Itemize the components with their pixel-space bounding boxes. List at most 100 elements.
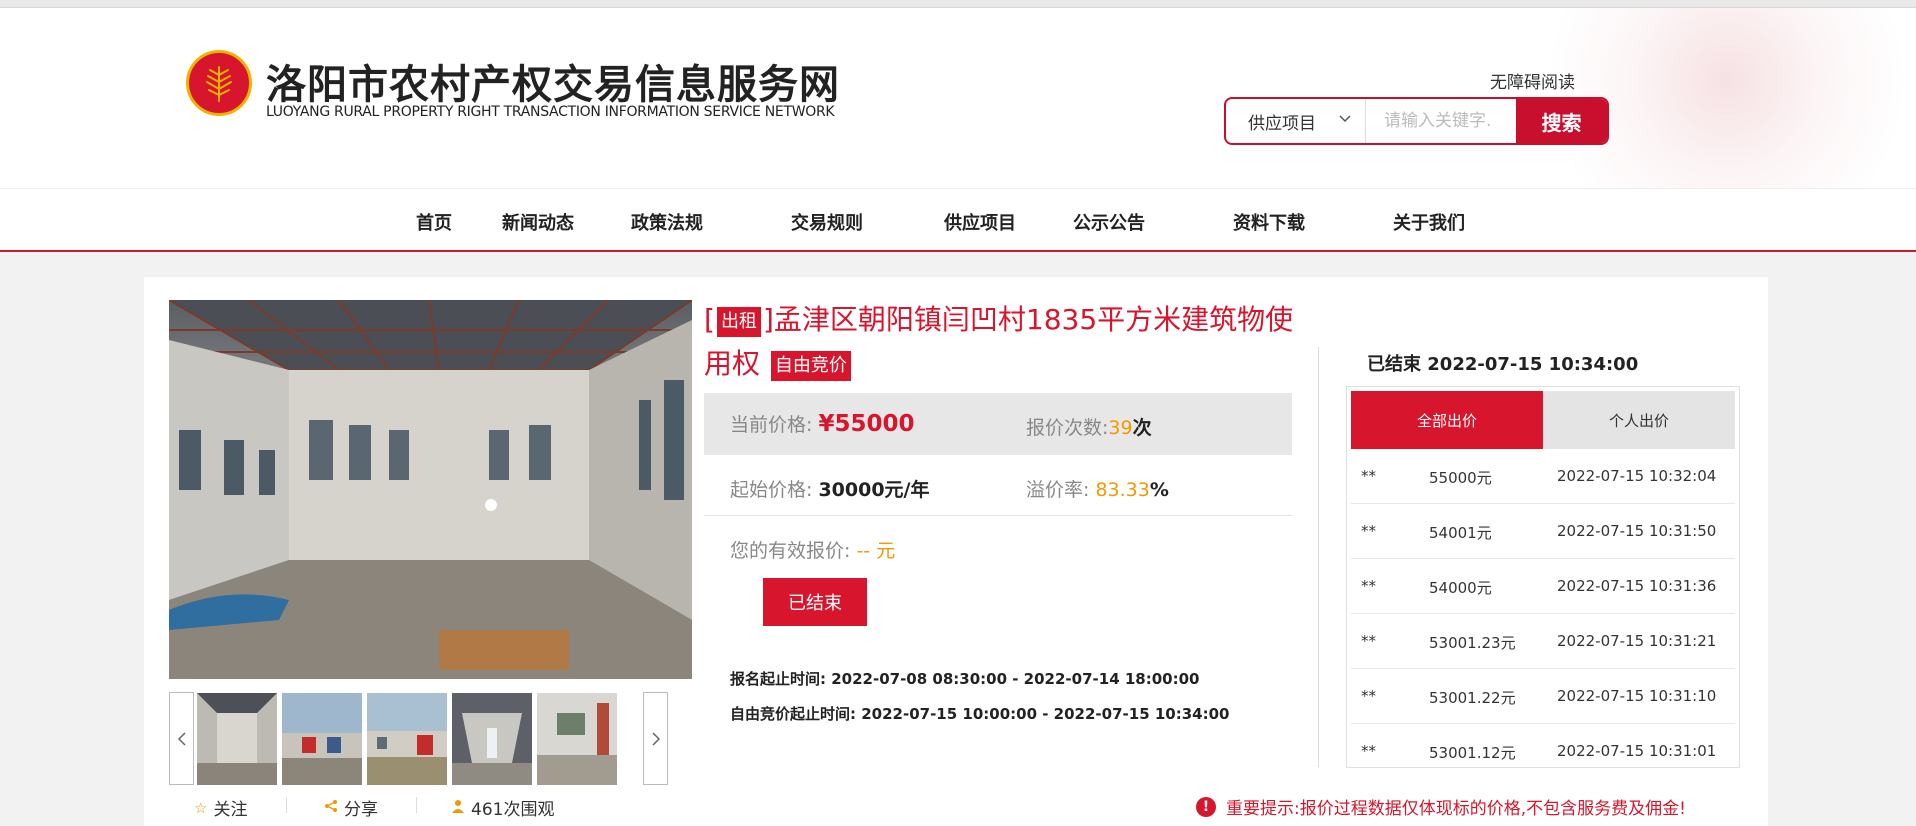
- bid-count: 报价次数:39次: [1026, 413, 1152, 440]
- bid-time: 2022-07-15 10:32:04: [1557, 467, 1717, 485]
- tab-all-bids[interactable]: 全部出价: [1351, 391, 1543, 449]
- gallery-thumb-3[interactable]: [367, 693, 447, 785]
- site-subtitle: LUOYANG RURAL PROPERTY RIGHT TRANSACTION…: [266, 104, 835, 120]
- bid-user: **: [1361, 632, 1376, 650]
- chevron-down-icon: [1338, 110, 1352, 129]
- listing-mode-tag: 自由竞价: [770, 351, 851, 381]
- bid-time: 2022-07-15 10:31:50: [1557, 522, 1717, 540]
- listing-type-tag: 出租: [716, 307, 761, 337]
- nav-rules[interactable]: 交易规则: [791, 209, 863, 235]
- gallery-thumb-4[interactable]: [452, 693, 532, 785]
- your-bid-label: 您的有效报价:: [730, 540, 851, 562]
- signup-time: 报名起止时间: 2022-07-08 08:30:00 - 2022-07-14…: [730, 670, 1200, 688]
- nav-home[interactable]: 首页: [416, 209, 452, 235]
- listing-main-photo[interactable]: [169, 300, 692, 679]
- divider: [704, 515, 1292, 516]
- warehouse-photo: [169, 300, 692, 679]
- view-count: 461次围观: [451, 795, 554, 820]
- bidding-time: 自由竞价起止时间: 2022-07-15 10:00:00 - 2022-07-…: [730, 705, 1230, 723]
- bid-row: ** 55000元 2022-07-15 10:32:04: [1351, 449, 1735, 504]
- premium-label: 溢价率:: [1026, 479, 1090, 501]
- gallery-thumb-1[interactable]: [197, 693, 277, 785]
- share-button[interactable]: 分享: [324, 795, 378, 820]
- nav-news[interactable]: 新闻动态: [502, 209, 574, 235]
- nav-announcements[interactable]: 公示公告: [1073, 209, 1145, 235]
- start-price: 起始价格: 30000元/年: [730, 475, 930, 502]
- listing-title: [出租]孟津区朝阳镇闫凹村1835平方米建筑物使用权 自由竞价: [704, 298, 1294, 386]
- current-price-label: 当前价格:: [730, 414, 813, 436]
- wheat-icon: [206, 66, 232, 102]
- your-bid: 您的有效报价: -- 元: [730, 536, 895, 563]
- top-strip: [0, 0, 1916, 8]
- bid-row: ** 53001.23元 2022-07-15 10:31:21: [1351, 614, 1735, 669]
- bid-user: **: [1361, 467, 1376, 485]
- premium-value: 83.33: [1095, 479, 1150, 501]
- current-price: 当前价格: ¥55000: [730, 410, 914, 437]
- tab-my-bids[interactable]: 个人出价: [1543, 391, 1735, 449]
- gallery-next-button[interactable]: [643, 692, 668, 785]
- notice-text: 重要提示:报价过程数据仅体现标的价格,不包含服务费及佣金!: [1226, 799, 1686, 819]
- follow-button[interactable]: ☆ 关注: [194, 795, 248, 821]
- bid-time: 2022-07-15 10:31:21: [1557, 632, 1717, 650]
- gallery-thumb-2[interactable]: [282, 693, 362, 785]
- chevron-right-icon: [651, 731, 660, 746]
- bid-amount: 54001元: [1429, 524, 1492, 542]
- view-count-label: 461次围观: [471, 800, 555, 820]
- search-category-value: 供应项目: [1248, 113, 1316, 134]
- share-label: 分享: [344, 800, 378, 820]
- nav-supply[interactable]: 供应项目: [944, 209, 1016, 235]
- bid-count-unit: 次: [1132, 417, 1152, 439]
- bid-amount: 54000元: [1429, 579, 1492, 597]
- your-bid-value: -- 元: [856, 540, 896, 562]
- bid-row: ** 54000元 2022-07-15 10:31:36: [1351, 559, 1735, 614]
- bid-status: 已结束 2022-07-15 10:34:00: [1367, 354, 1639, 375]
- site-header: 洛阳市农村产权交易信息服务网 LUOYANG RURAL PROPERTY RI…: [0, 8, 1916, 188]
- accessibility-link[interactable]: 无障碍阅读: [1490, 68, 1575, 93]
- search-box: 供应项目 搜索: [1224, 97, 1609, 145]
- bid-user: **: [1361, 742, 1376, 760]
- divider: [1318, 347, 1319, 767]
- warning-icon: !: [1196, 796, 1216, 817]
- bid-amount: 53001.12元: [1429, 744, 1516, 762]
- follow-label: 关注: [213, 800, 248, 820]
- gallery-prev-button[interactable]: [169, 692, 194, 785]
- main-nav: 首页 新闻动态 政策法规 交易规则 供应项目 公示公告 资料下载 关于我们: [0, 188, 1916, 252]
- divider: [416, 797, 417, 813]
- user-icon: [451, 799, 465, 817]
- bid-tabs: 全部出价 个人出价: [1351, 391, 1735, 449]
- star-icon: ☆: [194, 798, 208, 817]
- site-title: 洛阳市农村产权交易信息服务网: [266, 62, 840, 108]
- bid-row: ** 53001.12元 2022-07-15 10:31:01: [1351, 724, 1735, 767]
- search-input[interactable]: [1366, 99, 1516, 143]
- bid-history-panel: 全部出价 个人出价 ** 55000元 2022-07-15 10:32:04 …: [1346, 386, 1740, 768]
- bid-amount: 55000元: [1429, 469, 1492, 487]
- bid-amount: 53001.22元: [1429, 689, 1516, 707]
- premium-rate: 溢价率: 83.33%: [1026, 475, 1169, 502]
- bid-user: **: [1361, 522, 1376, 540]
- bracket-open: [: [704, 303, 715, 336]
- listing-card: ☆ 关注 分享 461次围观 [出租]孟津区朝阳镇闫凹村1835平方米建筑物使用…: [144, 277, 1768, 826]
- important-notice: ! 重要提示:报价过程数据仅体现标的价格,不包含服务费及佣金!: [1196, 794, 1686, 819]
- bracket-close: ]: [762, 303, 774, 336]
- bid-row: ** 53001.22元 2022-07-15 10:31:10: [1351, 669, 1735, 724]
- bid-row: ** 54001元 2022-07-15 10:31:50: [1351, 504, 1735, 559]
- share-icon: [324, 799, 338, 817]
- bid-count-label: 报价次数:: [1026, 417, 1109, 439]
- bid-time: 2022-07-15 10:31:10: [1557, 687, 1717, 705]
- current-price-value: ¥55000: [818, 411, 915, 437]
- chevron-left-icon: [177, 731, 186, 746]
- premium-unit: %: [1149, 479, 1169, 501]
- nav-about[interactable]: 关于我们: [1393, 209, 1465, 235]
- ended-button[interactable]: 已结束: [763, 578, 867, 626]
- start-price-value: 30000元/年: [818, 479, 930, 501]
- start-price-label: 起始价格:: [730, 479, 813, 501]
- bid-time: 2022-07-15 10:31:01: [1557, 742, 1717, 760]
- nav-policy[interactable]: 政策法规: [631, 209, 703, 235]
- search-button[interactable]: 搜索: [1516, 99, 1607, 143]
- site-logo[interactable]: [186, 50, 252, 116]
- nav-downloads[interactable]: 资料下载: [1233, 209, 1305, 235]
- bid-amount: 53001.23元: [1429, 634, 1516, 652]
- gallery-thumb-5[interactable]: [537, 693, 617, 785]
- bid-count-value: 39: [1108, 417, 1133, 439]
- search-category-select[interactable]: 供应项目: [1226, 99, 1366, 143]
